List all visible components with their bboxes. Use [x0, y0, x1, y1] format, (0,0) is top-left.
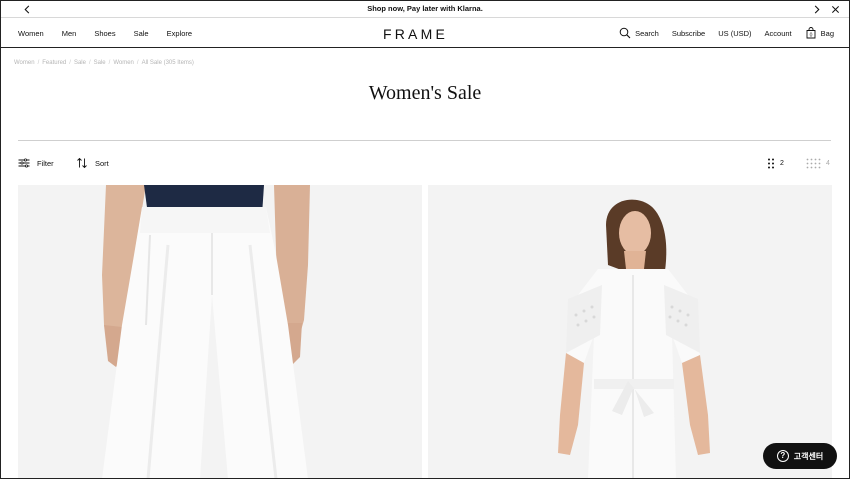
subscribe-link[interactable]: Subscribe: [672, 29, 705, 38]
customer-center-button[interactable]: ? 고객센터: [763, 443, 837, 469]
help-icon: ?: [776, 450, 789, 462]
account-link[interactable]: Account: [765, 29, 792, 38]
breadcrumb-current: All Sale (305 Items): [141, 60, 194, 66]
main-nav: Women Men Shoes Sale Explore: [18, 18, 192, 48]
promo-next-button[interactable]: [809, 2, 823, 16]
account-label: Account: [764, 28, 792, 38]
utility-nav: Search Subscribe US (USD) Account 0 Bag: [619, 18, 834, 48]
sort-icon: [77, 157, 87, 169]
chevron-right-icon: [814, 5, 820, 13]
search-button[interactable]: Search: [619, 27, 659, 39]
grid-four-toggle[interactable]: 4: [806, 156, 830, 170]
promo-prev-button[interactable]: [20, 2, 34, 16]
grid-two-icon: [768, 158, 774, 168]
currency-label: US (USD): [718, 28, 752, 38]
grid-four-icon: [806, 158, 821, 168]
breadcrumb-item[interactable]: Women: [113, 60, 134, 66]
divider: [18, 140, 831, 141]
brand-logo[interactable]: FRAME: [383, 26, 448, 42]
breadcrumb: Women / Featured / Sale / Sale / Women / All …: [14, 60, 194, 66]
bag-icon: 0: [806, 27, 816, 39]
search-icon: [619, 27, 631, 39]
breadcrumb-item[interactable]: Featured: [42, 60, 66, 66]
filter-icon: [18, 158, 30, 168]
filter-label: Filter: [37, 158, 54, 168]
bag-count: 0: [809, 32, 812, 38]
nav-item-women[interactable]: Women: [18, 29, 44, 38]
product-image-dress: [428, 185, 832, 479]
site-header: Women Men Shoes Sale Explore FRAME Searc…: [0, 18, 850, 48]
bag-button[interactable]: 0 Bag: [805, 27, 834, 39]
promo-text[interactable]: Shop now, Pay later with Klarna.: [367, 4, 483, 13]
search-label: Search: [635, 28, 659, 38]
close-icon: [831, 5, 839, 13]
product-card-pants[interactable]: [18, 185, 422, 479]
subscribe-label: Subscribe: [671, 28, 706, 38]
customer-center-label: 고객센터: [793, 451, 824, 461]
grid-two-label: 2: [780, 159, 784, 167]
sort-label: Sort: [95, 158, 109, 168]
grid-four-label: 4: [826, 159, 830, 167]
promo-close-button[interactable]: [828, 2, 842, 16]
promo-bar: Shop now, Pay later with Klarna.: [0, 0, 850, 18]
grid-two-toggle[interactable]: 2: [767, 156, 784, 170]
nav-item-explore[interactable]: Explore: [167, 29, 192, 38]
breadcrumb-item[interactable]: Sale: [74, 60, 86, 66]
nav-item-men[interactable]: Men: [62, 29, 77, 38]
chevron-left-icon: [23, 5, 29, 13]
bag-label: Bag: [820, 28, 834, 38]
product-image-pants: [18, 185, 422, 479]
nav-item-shoes[interactable]: Shoes: [94, 29, 115, 38]
sort-button[interactable]: Sort: [76, 156, 109, 170]
filter-button[interactable]: Filter: [18, 156, 54, 170]
breadcrumb-item[interactable]: Women: [14, 60, 35, 66]
page-title: Women's Sale: [368, 82, 482, 104]
nav-item-sale[interactable]: Sale: [134, 29, 149, 38]
breadcrumb-item[interactable]: Sale: [94, 60, 106, 66]
currency-selector[interactable]: US (USD): [718, 29, 751, 38]
product-card-dress[interactable]: [428, 185, 832, 479]
